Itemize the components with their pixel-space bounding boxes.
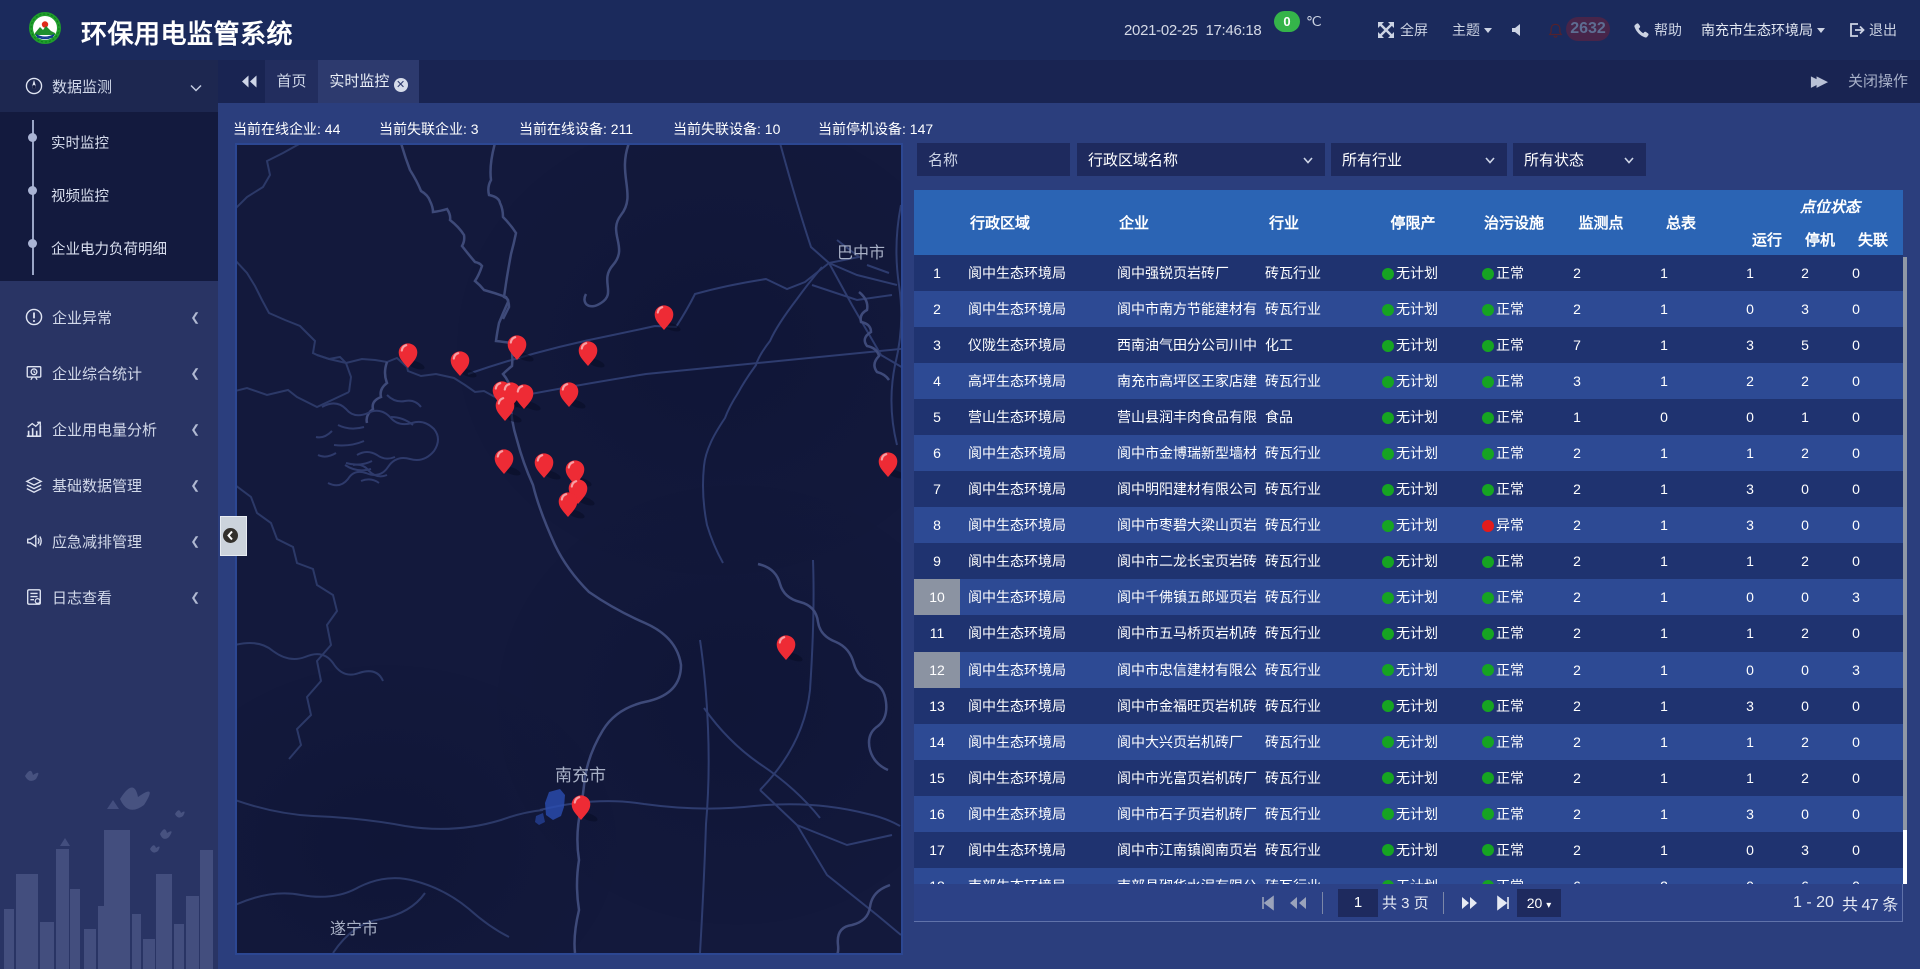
svg-text:遂宁市: 遂宁市 xyxy=(330,920,378,938)
svg-text:南充市: 南充市 xyxy=(555,766,606,785)
svg-text:巴中市: 巴中市 xyxy=(837,244,885,262)
